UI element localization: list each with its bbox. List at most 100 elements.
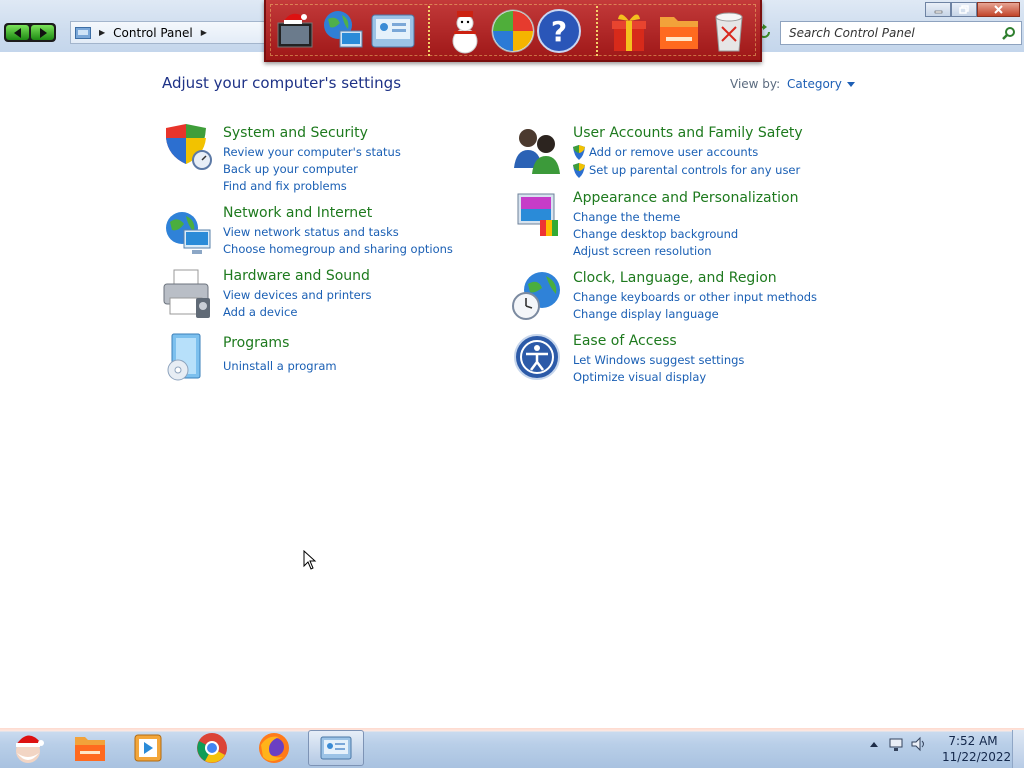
link-display-language[interactable]: Change display language [573, 307, 719, 321]
link-windows-suggest[interactable]: Let Windows suggest settings [573, 353, 744, 367]
link-desktop-background[interactable]: Change desktop background [573, 227, 738, 241]
santa-start-icon [16, 735, 44, 763]
clock-date: 11/22/2022 [942, 750, 1012, 764]
search-placeholder: Search Control Panel [789, 26, 915, 40]
maximize-button[interactable] [951, 2, 977, 17]
folder-icon [660, 17, 698, 49]
taskbar-clock[interactable]: 7:52 AM 11/22/2022 [942, 733, 1012, 765]
navigation-buttons [4, 23, 56, 42]
minimize-icon [934, 10, 942, 14]
control-panel-icon [320, 736, 352, 760]
programs-icon[interactable] [162, 332, 212, 384]
restore-icon [958, 5, 969, 14]
globe-computer-icon [324, 11, 363, 48]
firefox-icon [259, 733, 289, 763]
forward-arrow-icon [39, 27, 47, 38]
ease-of-access-icon[interactable] [512, 332, 562, 384]
dock-item-recycle-bin[interactable] [706, 6, 752, 56]
link-add-device[interactable]: Add a device [223, 305, 297, 319]
address-bar[interactable]: ▶ Control Panel ▶ [70, 21, 270, 44]
link-change-theme[interactable]: Change the theme [573, 210, 680, 224]
breadcrumb-arrow-icon[interactable]: ▶ [99, 28, 105, 37]
taskbar-item-control-panel[interactable] [308, 730, 364, 766]
link-screen-resolution[interactable]: Adjust screen resolution [573, 244, 712, 258]
caption-buttons [925, 2, 1020, 17]
svg-text:?: ? [551, 15, 567, 48]
view-by-label: View by: [730, 77, 781, 91]
link-add-remove-accounts[interactable]: Add or remove user accounts [589, 145, 758, 159]
category-title-user-accounts[interactable]: User Accounts and Family Safety [573, 125, 803, 141]
search-icon[interactable] [1002, 26, 1016, 40]
start-button[interactable] [0, 730, 56, 766]
dock-item-desktop[interactable] [274, 6, 320, 56]
volume-icon[interactable] [910, 736, 926, 752]
category-title-programs[interactable]: Programs [223, 335, 289, 351]
windows-logo-icon [491, 9, 535, 53]
link-keyboards[interactable]: Change keyboards or other input methods [573, 290, 817, 304]
dock-separator [428, 6, 430, 56]
control-panel-small-icon [75, 26, 91, 39]
mouse-cursor-icon [303, 550, 317, 570]
network-icon[interactable] [162, 206, 212, 258]
dock-item-folder[interactable] [656, 6, 702, 56]
link-review-status[interactable]: Review your computer's status [223, 145, 401, 159]
media-player-icon [134, 734, 162, 762]
category-title-system-security[interactable]: System and Security [223, 125, 368, 141]
clock-globe-icon[interactable] [512, 270, 562, 322]
close-button[interactable] [977, 2, 1020, 17]
chrome-icon [197, 733, 227, 763]
dock-separator [596, 6, 598, 56]
users-icon[interactable] [512, 124, 562, 176]
page-title: Adjust your computer's settings [162, 74, 402, 92]
back-button[interactable] [6, 25, 29, 40]
taskbar-item-explorer[interactable] [62, 730, 118, 766]
recycle-bin-icon [715, 12, 743, 52]
snowman-icon [452, 11, 478, 54]
link-network-status[interactable]: View network status and tasks [223, 225, 399, 239]
show-desktop-button[interactable] [1012, 730, 1024, 768]
search-input[interactable]: Search Control Panel [780, 21, 1022, 45]
monitor-paint-icon[interactable] [512, 190, 562, 242]
shield-icon[interactable] [162, 124, 212, 176]
dock-item-network[interactable] [320, 6, 366, 56]
network-tray-icon[interactable] [888, 736, 904, 752]
link-optimize-display[interactable]: Optimize visual display [573, 370, 706, 384]
link-find-fix[interactable]: Find and fix problems [223, 179, 347, 193]
clock-time: 7:52 AM [948, 734, 998, 748]
link-devices-printers[interactable]: View devices and printers [223, 288, 371, 302]
dock-bar: ? [264, 0, 762, 62]
category-title-ease-of-access[interactable]: Ease of Access [573, 333, 677, 349]
link-uninstall[interactable]: Uninstall a program [223, 359, 337, 373]
dock-item-help[interactable]: ? [536, 6, 582, 56]
taskbar-item-firefox[interactable] [246, 730, 302, 766]
dock-item-control-panel[interactable] [370, 6, 416, 56]
category-title-network[interactable]: Network and Internet [223, 205, 372, 221]
breadcrumb-dropdown-icon[interactable]: ▶ [201, 28, 207, 37]
system-tray [866, 736, 926, 752]
printer-icon[interactable] [162, 268, 212, 320]
view-by-dropdown[interactable]: Category [787, 77, 855, 91]
link-homegroup[interactable]: Choose homegroup and sharing options [223, 242, 453, 256]
category-title-appearance[interactable]: Appearance and Personalization [573, 190, 798, 206]
uac-shield-icon [573, 145, 585, 160]
dock-item-windows[interactable] [490, 6, 536, 56]
dock-item-snowman[interactable] [442, 6, 488, 56]
gift-icon [612, 14, 646, 51]
control-panel-icon [371, 14, 415, 48]
minimize-button[interactable] [925, 2, 951, 17]
link-parental-controls[interactable]: Set up parental controls for any user [589, 163, 800, 177]
taskbar-item-media-player[interactable] [120, 730, 176, 766]
dock-item-gift[interactable] [606, 6, 652, 56]
uac-shield-icon [573, 163, 585, 178]
folder-icon [75, 737, 105, 761]
show-hidden-icons-icon[interactable] [866, 736, 882, 752]
taskbar-item-chrome[interactable] [184, 730, 240, 766]
forward-button[interactable] [31, 25, 54, 40]
desktop-santa-icon [277, 13, 313, 48]
link-back-up[interactable]: Back up your computer [223, 162, 358, 176]
breadcrumb-control-panel[interactable]: Control Panel [113, 26, 193, 40]
category-title-clock[interactable]: Clock, Language, and Region [573, 270, 777, 286]
category-title-hardware[interactable]: Hardware and Sound [223, 268, 370, 284]
back-arrow-icon [13, 27, 21, 38]
close-icon [994, 5, 1003, 14]
